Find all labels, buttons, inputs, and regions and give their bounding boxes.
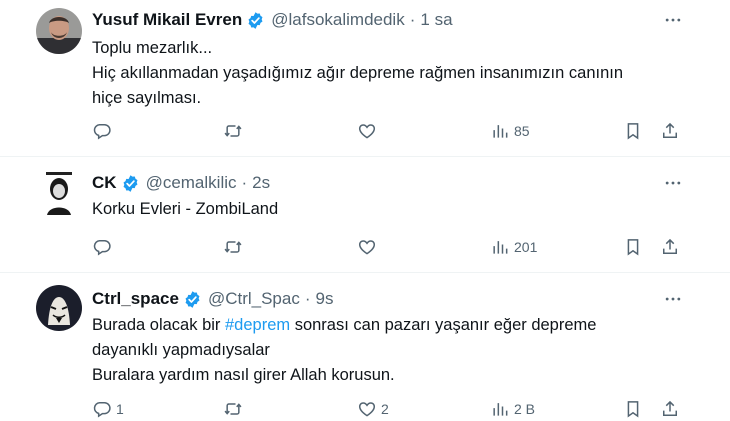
share-icon — [660, 237, 680, 257]
bookmark-button[interactable] — [623, 119, 643, 143]
tweet-text-line: Hiç akıllanmadan yaşadığımız ağır deprem… — [92, 64, 624, 82]
views-count: 85 — [514, 123, 530, 139]
more-icon[interactable] — [660, 8, 686, 32]
tweet-text-line: Korku Evleri - ZombiLand — [92, 200, 279, 218]
tweet-text-line: Burada olacak bir #deprem sonrası can pa… — [92, 313, 682, 338]
tweet-actions: 85 — [0, 119, 730, 143]
tweet-time[interactable]: 2s — [252, 173, 270, 193]
like-button[interactable] — [357, 235, 381, 259]
views-button[interactable]: 201 — [490, 235, 537, 259]
tweet-text-line: Buralara yardım nasıl girer Allah korusu… — [92, 366, 395, 384]
avatar[interactable] — [36, 8, 82, 54]
bookmark-icon — [623, 399, 643, 419]
tweet[interactable]: Yusuf Mikail Evren @lafsokalimdedik · 1 … — [0, 0, 730, 157]
reply-icon — [92, 237, 112, 257]
reply-button[interactable] — [92, 235, 116, 259]
reply-icon — [92, 399, 112, 419]
bookmark-icon — [623, 121, 643, 141]
tweet-text-line: dayanıklı yapmadıysalar — [92, 341, 270, 359]
bookmark-button[interactable] — [623, 397, 643, 421]
reply-button[interactable]: 1 — [92, 397, 124, 421]
views-count: 2 B — [514, 401, 536, 417]
avatar[interactable] — [36, 169, 82, 215]
share-button[interactable] — [660, 235, 680, 259]
views-button[interactable]: 2 B — [490, 397, 535, 421]
repost-icon — [223, 399, 243, 419]
share-icon — [660, 399, 680, 419]
share-icon — [660, 121, 680, 141]
like-icon — [357, 121, 377, 141]
tweet-text: Burada olacak bir #deprem sonrası can pa… — [92, 313, 682, 388]
views-icon — [490, 237, 510, 257]
tweet-text: Toplu mezarlık... Hiç akıllanmadan yaşad… — [92, 36, 682, 111]
author-handle[interactable]: @cemalkilic — [146, 173, 237, 193]
like-icon — [357, 399, 377, 419]
views-count: 201 — [514, 239, 538, 255]
like-button[interactable]: 2 — [357, 397, 389, 421]
tweet[interactable]: CK @cemalkilic · 2s Korku Evleri - Zombi… — [0, 157, 730, 273]
tweet-feed: Yusuf Mikail Evren @lafsokalimdedik · 1 … — [0, 0, 730, 420]
tweet-time[interactable]: 1 sa — [420, 10, 452, 30]
tweet-actions: 1 2 2 B — [0, 397, 730, 421]
repost-icon — [223, 121, 243, 141]
text-segment: Burada olacak bir — [92, 316, 225, 334]
share-button[interactable] — [660, 119, 680, 143]
tweet-time[interactable]: 9s — [316, 289, 334, 309]
more-icon[interactable] — [660, 171, 686, 195]
author-name[interactable]: CK — [92, 173, 117, 193]
author-handle[interactable]: @lafsokalimdedik — [271, 10, 404, 30]
bookmark-button[interactable] — [623, 235, 643, 259]
verified-badge-icon — [246, 11, 265, 30]
tweet-text-line: hiçe sayılması. — [92, 89, 202, 107]
author-name[interactable]: Yusuf Mikail Evren — [92, 10, 242, 30]
separator-dot: · — [409, 10, 416, 29]
views-button[interactable]: 85 — [490, 119, 530, 143]
separator-dot: · — [241, 173, 248, 192]
tweet-actions: 201 — [0, 235, 730, 259]
author-handle[interactable]: @Ctrl_Spac — [208, 289, 300, 309]
tweet-text-line: Toplu mezarlık... — [92, 39, 213, 57]
more-icon[interactable] — [660, 287, 686, 311]
like-count: 2 — [381, 401, 389, 417]
separator-dot: · — [304, 289, 311, 308]
reply-button[interactable] — [92, 119, 116, 143]
hashtag-link[interactable]: #deprem — [225, 316, 290, 334]
bookmark-icon — [623, 237, 643, 257]
verified-badge-icon — [121, 174, 140, 193]
repost-icon — [223, 237, 243, 257]
repost-button[interactable] — [223, 119, 247, 143]
reply-count: 1 — [116, 401, 124, 417]
tweet-text: Korku Evleri - ZombiLand — [92, 197, 682, 222]
avatar[interactable] — [36, 285, 82, 331]
views-icon — [490, 121, 510, 141]
verified-badge-icon — [183, 290, 202, 309]
repost-button[interactable] — [223, 235, 247, 259]
share-button[interactable] — [660, 397, 680, 421]
like-icon — [357, 237, 377, 257]
text-segment: sonrası can pazarı yaşanır eğer depreme — [290, 316, 597, 334]
like-button[interactable] — [357, 119, 381, 143]
repost-button[interactable] — [223, 397, 247, 421]
views-icon — [490, 399, 510, 419]
tweet[interactable]: Ctrl_space @Ctrl_Spac · 9s Burada olacak… — [0, 273, 730, 420]
author-name[interactable]: Ctrl_space — [92, 289, 179, 309]
reply-icon — [92, 121, 112, 141]
